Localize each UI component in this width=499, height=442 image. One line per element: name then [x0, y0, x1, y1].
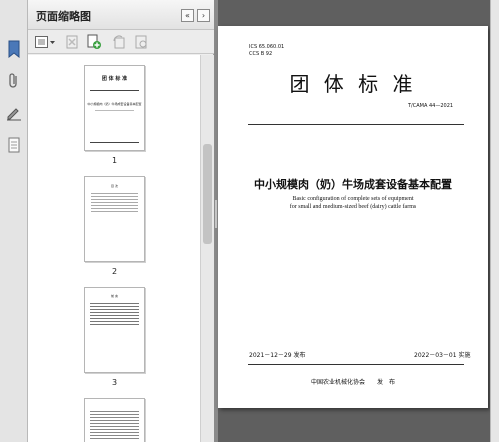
document-scrollbar[interactable] — [490, 0, 499, 442]
page-thumbnails-panel: 页面缩略图 « › 团 体 标 准 中小规模肉（奶）牛场成套设备基本配置 1 目… — [28, 0, 214, 442]
thumbnail-page-1[interactable]: 团 体 标 准 中小规模肉（奶）牛场成套设备基本配置 — [84, 65, 145, 151]
issuing-organization: 中国农业机械化协会 发 布 — [310, 379, 395, 386]
page-number-2: 2 — [111, 267, 118, 276]
title-chinese: 中小规模肉（奶）牛场成套设备基本配置 — [254, 178, 452, 191]
thumbnail-scrollbar[interactable] — [200, 55, 214, 442]
scrollbar-thumb[interactable] — [203, 144, 212, 244]
publish-date: 2021－12－29 发布 — [249, 352, 306, 359]
standard-code: T/CAMA 44—2021 — [408, 103, 454, 109]
thumb-toc-lines — [91, 191, 138, 213]
splitter-grip[interactable] — [215, 200, 217, 228]
bookmark-icon[interactable] — [4, 38, 24, 60]
thumbnail-page-3[interactable]: 前 言 — [84, 287, 145, 373]
thumb-heading: 目 次 — [111, 184, 118, 188]
thumb-line — [95, 110, 134, 111]
attachment-icon[interactable] — [4, 70, 24, 92]
ccs-code: CCS B 92 — [249, 51, 273, 57]
page-number-3: 3 — [111, 378, 118, 387]
pdf-viewer-window: 页面缩略图 « › 团 体 标 准 中小规模肉（奶）牛场成套设备基本配置 1 目… — [0, 0, 499, 442]
page-number-1: 1 — [111, 156, 118, 165]
thumbnail-list: 团 体 标 准 中小规模肉（奶）牛场成套设备基本配置 1 目 次 2 前 言 3 — [28, 55, 200, 442]
document-view: ICS 65.060.01 CCS B 92 团 体 标 准 T/CAMA 44… — [218, 0, 499, 442]
thumbnail-page-4[interactable] — [84, 398, 145, 442]
thumb-heading: 团 体 标 准 — [101, 76, 128, 82]
collapse-panel-button[interactable]: « — [181, 9, 194, 22]
title-english-line-1: Basic configuration of complete sets of … — [292, 196, 414, 202]
bottom-rule — [248, 364, 464, 365]
thumb-title: 中小规模肉（奶）牛场成套设备基本配置 — [87, 102, 142, 106]
top-rule — [248, 124, 464, 125]
panel-title: 页面缩略图 — [36, 10, 91, 23]
implement-date: 2022－03－01 实施 — [414, 352, 471, 359]
thumb-heading: 前 言 — [111, 294, 118, 298]
page-properties-icon[interactable] — [132, 34, 150, 50]
options-menu-button[interactable] — [34, 34, 56, 50]
thumbnail-page-2[interactable]: 目 次 — [84, 176, 145, 262]
thumb-text-lines — [90, 409, 139, 439]
thumb-text-lines — [90, 301, 139, 327]
title-english-line-2: for small and medium-sized beef (dairy) … — [289, 204, 417, 210]
layers-icon[interactable] — [4, 134, 24, 156]
expand-panel-button[interactable]: › — [197, 9, 210, 22]
rotate-page-icon[interactable] — [110, 34, 128, 50]
navigation-rail — [0, 0, 28, 442]
ics-code: ICS 65.060.01 — [249, 44, 285, 50]
standard-heading: 团 体 标 准 — [289, 72, 417, 96]
document-page: ICS 65.060.01 CCS B 92 团 体 标 准 T/CAMA 44… — [218, 26, 488, 408]
insert-page-icon[interactable] — [85, 34, 103, 50]
panel-header: 页面缩略图 « › — [28, 0, 214, 30]
panel-toolbar — [28, 30, 214, 54]
thumb-rule — [90, 142, 139, 143]
signature-icon[interactable] — [4, 102, 24, 124]
delete-page-icon[interactable] — [63, 34, 81, 50]
thumb-rule — [90, 90, 139, 91]
